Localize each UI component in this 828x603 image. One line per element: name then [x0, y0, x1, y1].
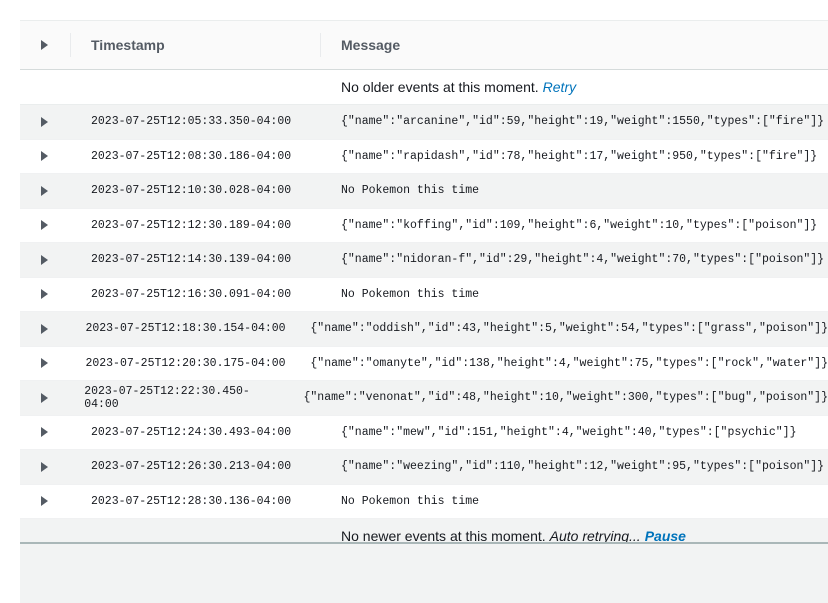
event-message: {"name":"nidoran-f","id":29,"height":4,"…: [341, 253, 825, 267]
event-message: {"name":"weezing","id":110,"height":12,"…: [341, 460, 825, 474]
expand-row-toggle[interactable]: [20, 278, 71, 312]
event-row[interactable]: 2023-07-25T12:10:30.028-04:00 No Pokemon …: [20, 174, 828, 209]
event-row[interactable]: 2023-07-25T12:20:30.175-04:00 {"name":"om…: [20, 347, 828, 381]
top-strip: [20, 0, 828, 21]
timestamp-column-header[interactable]: Timestamp: [71, 21, 321, 69]
expand-row-toggle[interactable]: [20, 243, 71, 277]
message-column-header[interactable]: Message: [321, 21, 828, 69]
event-row[interactable]: 2023-07-25T12:28:30.136-04:00 No Pokemon …: [20, 485, 828, 519]
message-header-label: Message: [341, 37, 401, 53]
event-message: {"name":"mew","id":151,"height":4,"weigh…: [341, 425, 797, 439]
expand-row-toggle[interactable]: [20, 485, 71, 519]
event-timestamp: 2023-07-25T12:28:30.136-04:00: [91, 494, 292, 508]
event-timestamp: 2023-07-25T12:18:30.154-04:00: [85, 322, 286, 336]
expand-all-caret-icon[interactable]: [41, 40, 48, 50]
event-timestamp: 2023-07-25T12:24:30.493-04:00: [91, 425, 292, 439]
older-events-row: No older events at this moment. Retry: [20, 70, 828, 105]
event-timestamp: 2023-07-25T12:14:30.139-04:00: [91, 253, 292, 267]
expand-caret-icon[interactable]: [41, 116, 48, 127]
expand-caret-icon[interactable]: [41, 461, 48, 472]
log-events-table: Timestamp Message No older events at thi…: [20, 0, 828, 554]
retry-link[interactable]: Retry: [543, 79, 576, 95]
expand-caret-icon[interactable]: [41, 427, 48, 438]
expand-row-toggle[interactable]: [20, 416, 71, 450]
event-row[interactable]: 2023-07-25T12:16:30.091-04:00 No Pokemon …: [20, 278, 828, 312]
header-separator[interactable]: [320, 33, 321, 57]
timestamp-header-label: Timestamp: [91, 37, 165, 53]
expand-row-toggle[interactable]: [20, 312, 65, 346]
event-row[interactable]: 2023-07-25T12:26:30.213-04:00 {"name":"we…: [20, 450, 828, 485]
event-timestamp: 2023-07-25T12:12:30.189-04:00: [91, 218, 292, 232]
older-events-text: No older events at this moment.: [341, 79, 539, 95]
event-timestamp: 2023-07-25T12:10:30.028-04:00: [91, 184, 292, 198]
event-timestamp: 2023-07-25T12:26:30.213-04:00: [91, 460, 292, 474]
expand-row-toggle[interactable]: [20, 140, 71, 174]
expand-row-toggle[interactable]: [20, 381, 64, 415]
event-message: {"name":"rapidash","id":78,"height":17,"…: [341, 149, 818, 163]
event-message: {"name":"oddish","id":43,"height":5,"wei…: [310, 322, 828, 336]
event-timestamp: 2023-07-25T12:08:30.186-04:00: [91, 149, 292, 163]
expand-caret-icon[interactable]: [41, 323, 48, 334]
expand-row-toggle[interactable]: [20, 174, 71, 208]
event-timestamp: 2023-07-25T12:16:30.091-04:00: [91, 287, 292, 301]
expand-caret-icon[interactable]: [41, 254, 48, 265]
event-timestamp: 2023-07-25T12:20:30.175-04:00: [85, 356, 286, 370]
expand-row-toggle[interactable]: [20, 347, 65, 381]
footer-area: [20, 544, 828, 603]
expand-row-toggle[interactable]: [20, 209, 71, 243]
expand-caret-icon[interactable]: [41, 496, 48, 507]
expand-caret-icon[interactable]: [41, 358, 48, 369]
expand-all-column[interactable]: [20, 21, 71, 69]
expand-caret-icon[interactable]: [41, 151, 48, 162]
expand-caret-icon[interactable]: [41, 392, 48, 403]
event-message: {"name":"koffing","id":109,"height":6,"w…: [341, 218, 818, 232]
event-timestamp: 2023-07-25T12:05:33.350-04:00: [91, 115, 292, 129]
expand-row-toggle[interactable]: [20, 450, 71, 484]
expand-caret-icon[interactable]: [41, 185, 48, 196]
table-header: Timestamp Message: [20, 21, 828, 70]
event-row[interactable]: 2023-07-25T12:05:33.350-04:00 {"name":"ar…: [20, 105, 828, 140]
event-row[interactable]: 2023-07-25T12:24:30.493-04:00 {"name":"me…: [20, 416, 828, 450]
event-row[interactable]: 2023-07-25T12:18:30.154-04:00 {"name":"od…: [20, 312, 828, 347]
event-row[interactable]: 2023-07-25T12:12:30.189-04:00 {"name":"ko…: [20, 209, 828, 243]
event-message: {"name":"arcanine","id":59,"height":19,"…: [341, 115, 825, 129]
expand-caret-icon[interactable]: [41, 220, 48, 231]
event-row[interactable]: 2023-07-25T12:22:30.450-04:00 {"name":"ve…: [20, 381, 828, 416]
event-row[interactable]: 2023-07-25T12:08:30.186-04:00 {"name":"ra…: [20, 140, 828, 174]
event-rows: 2023-07-25T12:05:33.350-04:00 {"name":"ar…: [20, 105, 828, 519]
event-message: No Pokemon this time: [341, 494, 480, 508]
event-message: No Pokemon this time: [341, 184, 480, 198]
event-timestamp: 2023-07-25T12:22:30.450-04:00: [84, 384, 250, 411]
event-message: {"name":"venonat","id":48,"height":10,"w…: [303, 391, 828, 405]
event-row[interactable]: 2023-07-25T12:14:30.139-04:00 {"name":"ni…: [20, 243, 828, 278]
expand-row-toggle[interactable]: [20, 105, 71, 139]
expand-caret-icon[interactable]: [41, 289, 48, 300]
event-message: {"name":"omanyte","id":138,"height":4,"w…: [310, 356, 828, 370]
event-message: No Pokemon this time: [341, 287, 480, 301]
